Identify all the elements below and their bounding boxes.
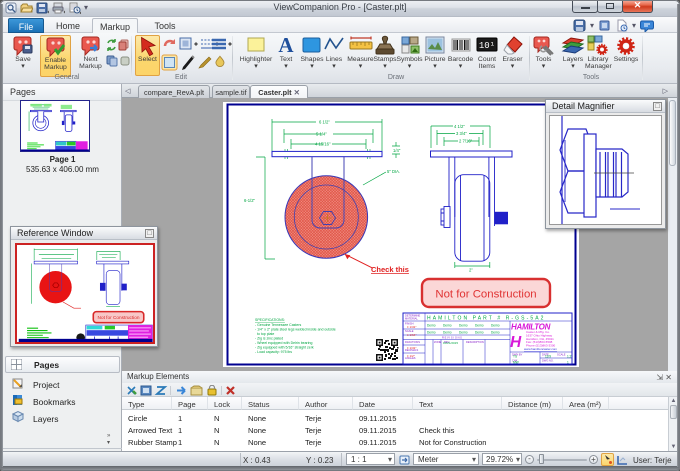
svg-text:5" DIA.: 5" DIA.	[387, 169, 400, 174]
svg-text:MW: MW	[513, 361, 519, 365]
svg-text:- Genuine Tennessee Casters: - Genuine Tennessee Casters	[255, 323, 301, 327]
svg-text:4 1/2": 4 1/2"	[454, 124, 465, 129]
svg-text:ZONE: ZONE	[434, 340, 441, 344]
svg-text:H: H	[510, 334, 522, 351]
svg-text:Demo: Demo	[475, 331, 484, 335]
svg-text:5 1/4": 5 1/4"	[316, 132, 327, 137]
svg-text:1/4": 1/4"	[393, 148, 401, 153]
svg-text:Demo: Demo	[443, 324, 452, 328]
svg-text:Demo: Demo	[491, 324, 500, 328]
svg-text:± 1/32": ± 1/32"	[407, 325, 416, 329]
svg-text:3 3/4": 3 3/4"	[456, 131, 467, 136]
svg-text:MATERIAL: MATERIAL	[405, 316, 418, 320]
svg-text:- Wheel equipped with Delrin b: - Wheel equipped with Delrin bearing	[255, 341, 312, 345]
svg-text:Demo: Demo	[475, 324, 484, 328]
svg-text:6 1/2": 6 1/2"	[319, 120, 330, 125]
svg-text:Not for Construction: Not for Construction	[435, 289, 536, 301]
svg-text:HAMILTON PART # R-GS-5A2: HAMILTON PART # R-GS-5A2	[427, 316, 546, 322]
svg-text:Not for Construction: Not for Construction	[98, 315, 140, 321]
svg-text:10¹: 10¹	[479, 41, 495, 51]
svg-text:A: A	[278, 35, 294, 55]
svg-text:www.hamiltoncaster.com: www.hamiltoncaster.com	[524, 347, 558, 351]
svg-text:6-1/2": 6-1/2"	[244, 198, 256, 203]
svg-text:SCALE: SCALE	[557, 353, 566, 357]
svg-text:TS: TS	[513, 355, 517, 359]
svg-text:1: 1	[567, 361, 569, 365]
svg-text:- Zig equipped with 5/16" stra: - Zig equipped with 5/16" straight zerk	[255, 346, 314, 350]
svg-text:± 1/64": ± 1/64"	[407, 333, 416, 337]
svg-text:2 7/16": 2 7/16"	[459, 139, 473, 144]
svg-text:± 1/32": ± 1/32"	[407, 346, 416, 350]
svg-text:- Load capacity: 975 lbs: - Load capacity: 975 lbs	[255, 350, 292, 354]
svg-text:to top plate: to top plate	[257, 332, 274, 336]
svg-text:Check this: Check this	[371, 265, 409, 274]
svg-text:Demo: Demo	[491, 331, 500, 335]
svg-text:DWG NO.: DWG NO.	[542, 359, 554, 363]
svg-text:- 1/4" x 2" plate steel legs w: - 1/4" x 2" plate steel legs welded insi…	[255, 328, 336, 332]
svg-text:1:2: 1:2	[567, 355, 572, 359]
svg-text:Demo: Demo	[459, 331, 468, 335]
svg-text:± 1/2°: ± 1/2°	[407, 354, 416, 358]
svg-text:SPECIFICATIONS:: SPECIFICATIONS:	[255, 318, 285, 322]
svg-text:2": 2"	[469, 268, 473, 273]
svg-text:Demo: Demo	[427, 324, 436, 328]
svg-text:11/9: 11/9	[545, 355, 551, 359]
svg-text:- Zig is zinc plated: - Zig is zinc plated	[255, 337, 283, 341]
svg-text:Demo: Demo	[443, 331, 452, 335]
svg-text:DESCRIPTION: DESCRIPTION	[466, 340, 484, 344]
svg-text:Demo: Demo	[427, 331, 436, 335]
svg-text:FRACTIONS: FRACTIONS	[405, 340, 420, 344]
svg-text:10/21/2015: 10/21/2015	[443, 341, 458, 345]
svg-text:Demo: Demo	[459, 324, 468, 328]
svg-text:R E V I S I O N S: R E V I S I O N S	[442, 336, 462, 340]
svg-text:4 15/16": 4 15/16"	[315, 142, 331, 147]
